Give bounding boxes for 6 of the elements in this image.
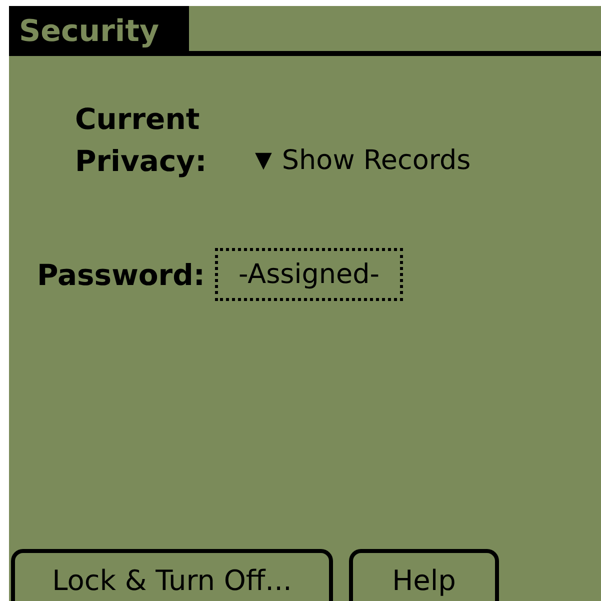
privacy-popup-trigger[interactable]: ▼ Show Records <box>255 145 471 182</box>
password-label: Password: <box>37 258 205 292</box>
form-button[interactable]: Help <box>349 549 499 601</box>
form-button[interactable]: Lock & Turn Off... <box>11 549 333 601</box>
password-field[interactable]: -Assigned- <box>214 248 403 301</box>
privacy-label: Current Privacy: <box>75 101 208 180</box>
